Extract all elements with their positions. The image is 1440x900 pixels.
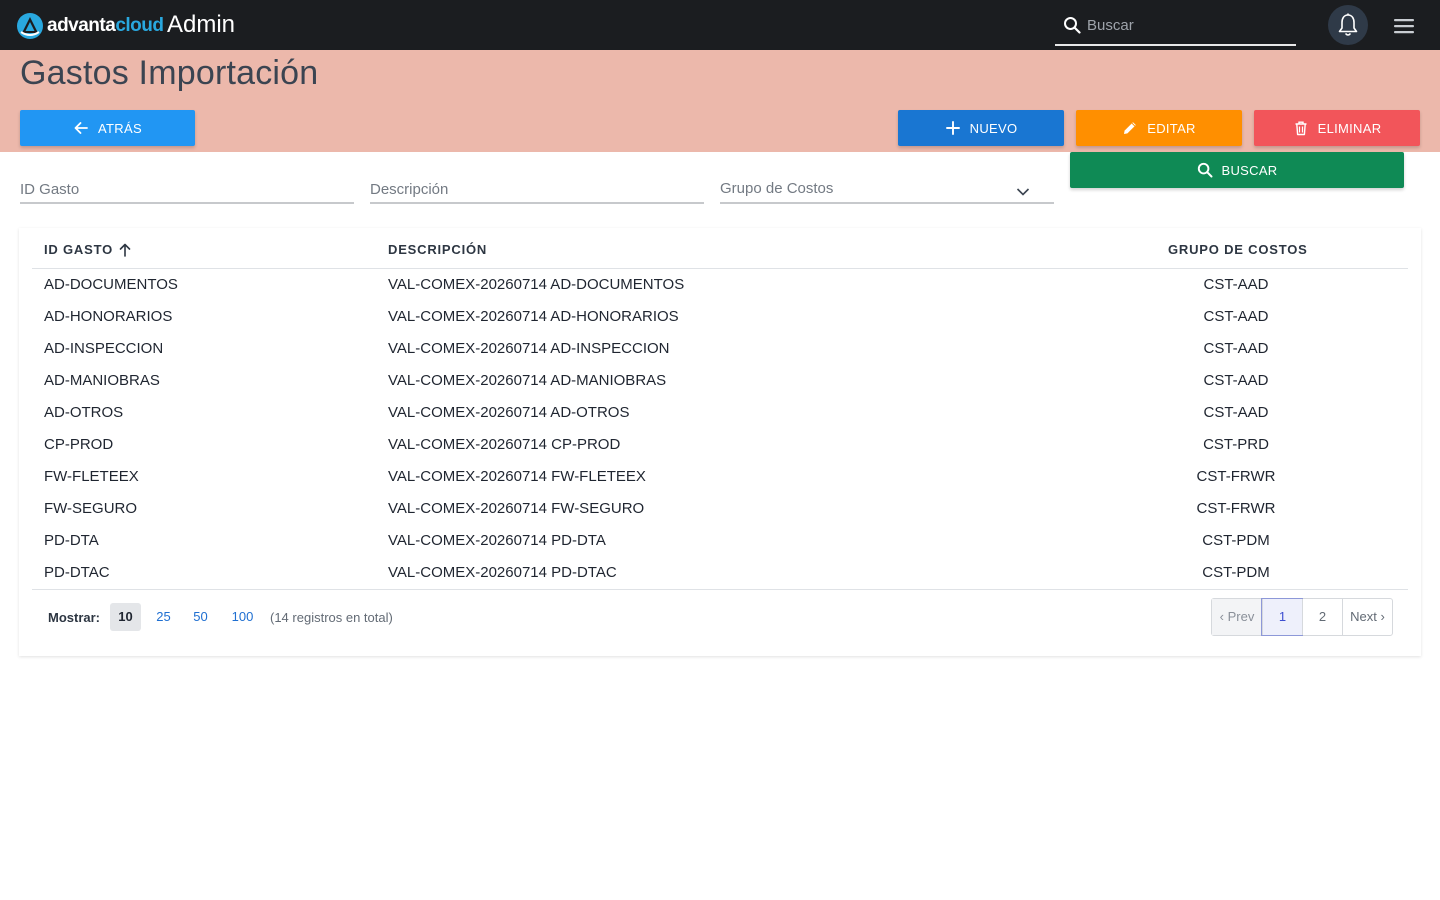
back-button[interactable]: ATRÁS <box>20 110 195 146</box>
top-navigation-bar: advantacloud Admin <box>0 0 1440 50</box>
plus-icon <box>945 121 960 135</box>
cell-id: AD-HONORARIOS <box>44 308 173 325</box>
table-row[interactable]: FW-FLETEEX VAL-COMEX-20260714 FW-FLETEEX C… <box>32 461 1408 493</box>
brand-logo[interactable]: advantacloud <box>16 12 164 40</box>
search-icon <box>1064 17 1081 34</box>
pagination-page-1[interactable]: 1 <box>1261 598 1303 636</box>
cell-id: PD-DTAC <box>44 564 110 581</box>
delete-button-label: ELIMINAR <box>1317 120 1382 136</box>
cell-id: AD-OTROS <box>44 404 124 421</box>
app-section-title: Admin <box>167 11 236 38</box>
cell-cost-group: CST-PDM <box>1202 564 1270 581</box>
search-icon <box>1197 162 1212 178</box>
cell-cost-group: CST-AAD <box>1203 308 1269 325</box>
table-row[interactable]: PD-DTAC VAL-COMEX-20260714 PD-DTAC CST-PDM <box>32 557 1408 589</box>
delete-button[interactable]: ELIMINAR <box>1254 110 1420 146</box>
pagination-next[interactable]: Next › <box>1342 599 1392 635</box>
table-footer-divider <box>32 589 1408 590</box>
column-header-cost-group[interactable]: GRUPO DE COSTOS <box>1168 242 1308 258</box>
cell-cost-group: CST-AAD <box>1203 340 1269 357</box>
cell-cost-group: CST-PRD <box>1203 436 1269 453</box>
search-button-label: BUSCAR <box>1221 162 1278 178</box>
total-records: (14 registros en total) <box>270 610 393 625</box>
cell-description: VAL-COMEX-20260714 AD-OTROS <box>388 404 630 421</box>
edit-button-label: EDITAR <box>1147 120 1196 136</box>
pagination: ‹ Prev 1 2 Next › <box>1211 598 1393 636</box>
cell-id: PD-DTA <box>44 532 99 549</box>
page-size-25[interactable]: 25 <box>148 603 179 631</box>
table-row[interactable]: FW-SEGURO VAL-COMEX-20260714 FW-SEGURO CST… <box>32 493 1408 525</box>
cell-cost-group: CST-AAD <box>1203 372 1269 389</box>
cell-description: VAL-COMEX-20260714 PD-DTA <box>388 532 606 549</box>
edit-button[interactable]: EDITAR <box>1076 110 1242 146</box>
arrow-up-icon <box>119 243 131 257</box>
chevron-down-icon <box>1016 188 1030 196</box>
new-button-label: NUEVO <box>969 120 1018 136</box>
arrow-left-icon <box>74 122 88 134</box>
results-table-card: ID GASTO DESCRIPCIÓN GRUPO DE COSTOS AD-… <box>19 228 1421 656</box>
bell-icon <box>1338 13 1358 36</box>
filter-description-input[interactable] <box>370 177 704 201</box>
filter-id-input[interactable] <box>20 177 354 201</box>
table-row[interactable]: CP-PROD VAL-COMEX-20260714 CP-PROD CST-PRD <box>32 429 1408 461</box>
search-button[interactable]: BUSCAR <box>1070 152 1404 188</box>
column-header-description[interactable]: DESCRIPCIÓN <box>388 242 487 258</box>
page-size-100[interactable]: 100 <box>226 603 259 631</box>
cell-cost-group: CST-AAD <box>1203 276 1269 293</box>
filter-cost-group-label: Grupo de Costos <box>720 180 834 197</box>
pagination-page-2[interactable]: 2 <box>1302 599 1342 635</box>
filter-cost-group-select[interactable]: Grupo de Costos <box>720 177 1054 204</box>
page-size-label: Mostrar: <box>48 610 101 625</box>
pencil-icon <box>1124 122 1137 134</box>
page-title: Gastos Importación <box>20 54 319 92</box>
table-header: ID GASTO DESCRIPCIÓN GRUPO DE COSTOS <box>32 228 1408 269</box>
cell-description: VAL-COMEX-20260714 PD-DTAC <box>388 564 617 581</box>
cell-description: VAL-COMEX-20260714 AD-HONORARIOS <box>388 308 679 325</box>
page-size-50[interactable]: 50 <box>185 603 216 631</box>
table-row[interactable]: AD-MANIOBRAS VAL-COMEX-20260714 AD-MANIOB… <box>32 365 1408 397</box>
pagination-prev[interactable]: ‹ Prev <box>1212 599 1262 635</box>
cell-cost-group: CST-PDM <box>1202 532 1270 549</box>
cell-description: VAL-COMEX-20260714 FW-FLETEEX <box>388 468 646 485</box>
table-body: AD-DOCUMENTOS VAL-COMEX-20260714 AD-DOCUM… <box>32 269 1408 589</box>
cell-cost-group: CST-AAD <box>1203 404 1269 421</box>
page-size-10[interactable]: 10 <box>110 603 141 631</box>
cell-id: FW-SEGURO <box>44 500 138 517</box>
table-row[interactable]: PD-DTA VAL-COMEX-20260714 PD-DTA CST-PDM <box>32 525 1408 557</box>
cell-id: AD-INSPECCION <box>44 340 164 357</box>
cell-cost-group: CST-FRWR <box>1196 500 1276 517</box>
table-row[interactable]: AD-OTROS VAL-COMEX-20260714 AD-OTROS CST-A… <box>32 397 1408 429</box>
cell-description: VAL-COMEX-20260714 AD-INSPECCION <box>388 340 670 357</box>
trash-icon <box>1295 121 1307 136</box>
global-search <box>1055 6 1296 46</box>
cell-description: VAL-COMEX-20260714 FW-SEGURO <box>388 500 645 517</box>
page-header: Gastos Importación ATRÁS NUEVO EDITAR EL… <box>0 50 1440 152</box>
cell-id: FW-FLETEEX <box>44 468 139 485</box>
new-button[interactable]: NUEVO <box>898 110 1064 146</box>
table-row[interactable]: AD-INSPECCION VAL-COMEX-20260714 AD-INSPE… <box>32 333 1408 365</box>
cell-id: AD-MANIOBRAS <box>44 372 160 389</box>
notifications-button[interactable] <box>1328 5 1368 45</box>
cell-description: VAL-COMEX-20260714 AD-DOCUMENTOS <box>388 276 685 293</box>
cell-id: CP-PROD <box>44 436 114 453</box>
column-header-id[interactable]: ID GASTO <box>44 242 131 258</box>
global-search-input[interactable] <box>1087 12 1287 38</box>
cell-description: VAL-COMEX-20260714 AD-MANIOBRAS <box>388 372 667 389</box>
cell-cost-group: CST-FRWR <box>1196 468 1276 485</box>
cell-description: VAL-COMEX-20260714 CP-PROD <box>388 436 621 453</box>
back-button-label: ATRÁS <box>98 120 142 136</box>
logo-mark-icon <box>17 13 43 39</box>
cell-id: AD-DOCUMENTOS <box>44 276 178 293</box>
filter-id-field <box>20 177 354 204</box>
hamburger-menu-icon[interactable] <box>1393 16 1415 36</box>
logo-wordmark: advantacloud <box>47 15 164 36</box>
filter-description-field <box>370 177 704 204</box>
table-row[interactable]: AD-DOCUMENTOS VAL-COMEX-20260714 AD-DOCUM… <box>32 269 1408 301</box>
table-row[interactable]: AD-HONORARIOS VAL-COMEX-20260714 AD-HONOR… <box>32 301 1408 333</box>
